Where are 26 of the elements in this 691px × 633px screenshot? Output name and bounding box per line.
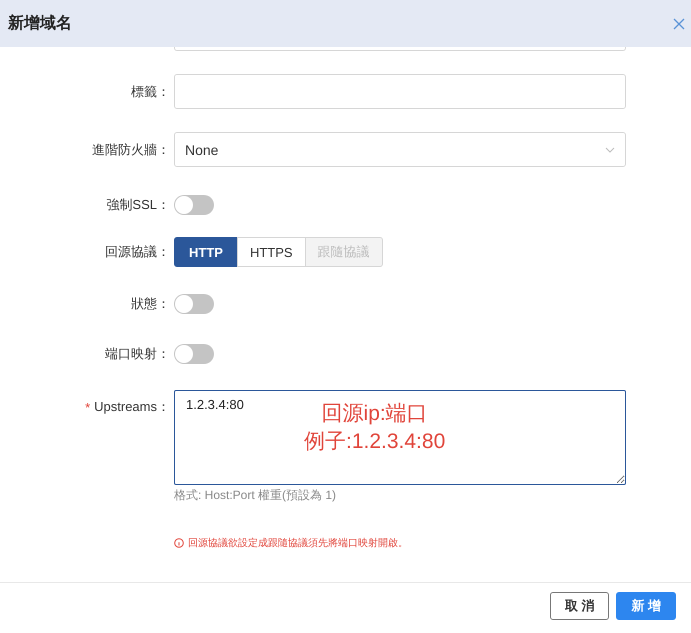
required-mark: * bbox=[85, 400, 90, 414]
field-label: 狀態： bbox=[131, 295, 170, 313]
hint-text: 格式: Host:Port 權重(預設為 1) bbox=[174, 487, 338, 504]
field-label: 強制SSL： bbox=[106, 196, 170, 214]
select-field[interactable]: None bbox=[174, 132, 626, 167]
field-label: 回源協議： bbox=[105, 243, 170, 261]
info-circle-icon bbox=[174, 538, 184, 548]
toggle-switch[interactable] bbox=[174, 344, 214, 364]
annotation-text: 回源ip:端口 例子:1.2.3.4:80 bbox=[304, 401, 446, 455]
segment-button[interactable]: HTTPS bbox=[236, 237, 306, 267]
input-field[interactable] bbox=[174, 74, 626, 109]
dialog-title: 新增域名 bbox=[8, 13, 72, 34]
field-label: 端口映射： bbox=[105, 345, 170, 363]
submit-button[interactable]: 新 增 bbox=[616, 592, 676, 620]
toggle-switch[interactable] bbox=[174, 294, 214, 314]
field-label: 進階防火牆： bbox=[92, 140, 170, 158]
select-value: None bbox=[185, 142, 218, 158]
segment-button[interactable]: HTTP bbox=[174, 237, 238, 267]
toggle-switch[interactable] bbox=[174, 195, 214, 215]
error-message: 回源協議欲設定成跟隨協議須先將端口映射開啟。 bbox=[188, 536, 408, 550]
chevron-down-icon bbox=[605, 146, 615, 152]
field-label: 標籤： bbox=[131, 82, 170, 100]
field-label: Upstreams： bbox=[94, 398, 170, 416]
cancel-button[interactable]: 取 消 bbox=[550, 592, 610, 620]
close-icon[interactable] bbox=[673, 18, 685, 30]
segment-button: 跟隨協議 bbox=[304, 237, 383, 267]
